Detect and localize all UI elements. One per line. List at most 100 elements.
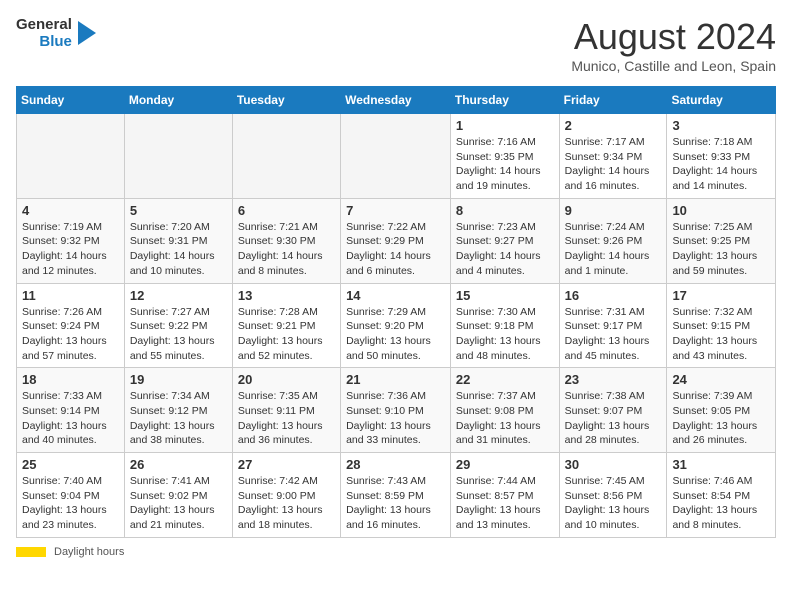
weekday-header-sunday: Sunday — [17, 87, 125, 114]
calendar-week-row: 25Sunrise: 7:40 AM Sunset: 9:04 PM Dayli… — [17, 453, 776, 538]
day-number: 26 — [130, 457, 227, 472]
calendar-cell: 19 Sunrise: 7:34 AM Sunset: 9:12 PM Dayli… — [124, 368, 232, 453]
calendar-cell: 13 Sunrise: 7:28 AM Sunset: 9:21 PM Dayli… — [232, 283, 340, 368]
day-info: Sunrise: 7:35 AM Sunset: 9:11 PM Dayligh… — [238, 389, 335, 448]
day-info: Sunrise: 7:24 AM Sunset: 9:26 PM Dayligh… — [565, 220, 662, 279]
calendar-cell: 5Sunrise: 7:20 AM Sunset: 9:31 PM Daylig… — [124, 198, 232, 283]
calendar-cell: 7 Sunrise: 7:22 AM Sunset: 9:29 PM Daylig… — [341, 198, 451, 283]
day-number: 23 — [565, 372, 662, 387]
day-number: 12 — [130, 288, 227, 303]
weekday-header-monday: Monday — [124, 87, 232, 114]
day-number: 21 — [346, 372, 445, 387]
day-info: Sunrise: 7:44 AM Sunset: 8:57 PM Dayligh… — [456, 474, 554, 533]
weekday-header-tuesday: Tuesday — [232, 87, 340, 114]
day-info: Sunrise: 7:18 AM Sunset: 9:33 PM Dayligh… — [672, 135, 770, 194]
day-info: Sunrise: 7:22 AM Sunset: 9:29 PM Dayligh… — [346, 220, 445, 279]
day-info: Sunrise: 7:28 AM Sunset: 9:21 PM Dayligh… — [238, 305, 335, 364]
title-section: August 2024 Munico, Castille and Leon, S… — [571, 16, 776, 74]
day-info: Sunrise: 7:27 AM Sunset: 9:22 PM Dayligh… — [130, 305, 227, 364]
calendar-cell: 3 Sunrise: 7:18 AM Sunset: 9:33 PM Daylig… — [667, 114, 776, 199]
day-number: 15 — [456, 288, 554, 303]
calendar-cell: 12 Sunrise: 7:27 AM Sunset: 9:22 PM Dayli… — [124, 283, 232, 368]
day-info: Sunrise: 7:41 AM Sunset: 9:02 PM Dayligh… — [130, 474, 227, 533]
header: General Blue August 2024 Munico, Castill… — [16, 16, 776, 74]
day-number: 8 — [456, 203, 554, 218]
calendar-cell: 22Sunrise: 7:37 AM Sunset: 9:08 PM Dayli… — [450, 368, 559, 453]
day-info: Sunrise: 7:16 AM Sunset: 9:35 PM Dayligh… — [456, 135, 554, 194]
day-number: 31 — [672, 457, 770, 472]
calendar-cell: 31 Sunrise: 7:46 AM Sunset: 8:54 PM Dayli… — [667, 453, 776, 538]
calendar-table: SundayMondayTuesdayWednesdayThursdayFrid… — [16, 86, 776, 538]
day-info: Sunrise: 7:46 AM Sunset: 8:54 PM Dayligh… — [672, 474, 770, 533]
weekday-header-row: SundayMondayTuesdayWednesdayThursdayFrid… — [17, 87, 776, 114]
calendar-cell: 25Sunrise: 7:40 AM Sunset: 9:04 PM Dayli… — [17, 453, 125, 538]
day-number: 13 — [238, 288, 335, 303]
day-number: 30 — [565, 457, 662, 472]
calendar-cell: 21 Sunrise: 7:36 AM Sunset: 9:10 PM Dayli… — [341, 368, 451, 453]
calendar-week-row: 4 Sunrise: 7:19 AM Sunset: 9:32 PM Daylig… — [17, 198, 776, 283]
day-number: 3 — [672, 118, 770, 133]
calendar-cell: 28 Sunrise: 7:43 AM Sunset: 8:59 PM Dayli… — [341, 453, 451, 538]
day-info: Sunrise: 7:17 AM Sunset: 9:34 PM Dayligh… — [565, 135, 662, 194]
calendar-cell: 1 Sunrise: 7:16 AM Sunset: 9:35 PM Daylig… — [450, 114, 559, 199]
footer-label: Daylight hours — [54, 546, 124, 558]
day-info: Sunrise: 7:19 AM Sunset: 9:32 PM Dayligh… — [22, 220, 119, 279]
calendar-cell — [124, 114, 232, 199]
calendar-cell: 16 Sunrise: 7:31 AM Sunset: 9:17 PM Dayli… — [559, 283, 667, 368]
calendar-cell: 10Sunrise: 7:25 AM Sunset: 9:25 PM Dayli… — [667, 198, 776, 283]
calendar-cell: 27 Sunrise: 7:42 AM Sunset: 9:00 PM Dayli… — [232, 453, 340, 538]
day-info: Sunrise: 7:43 AM Sunset: 8:59 PM Dayligh… — [346, 474, 445, 533]
day-number: 28 — [346, 457, 445, 472]
day-number: 1 — [456, 118, 554, 133]
day-info: Sunrise: 7:36 AM Sunset: 9:10 PM Dayligh… — [346, 389, 445, 448]
day-number: 5 — [130, 203, 227, 218]
calendar-cell: 30 Sunrise: 7:45 AM Sunset: 8:56 PM Dayli… — [559, 453, 667, 538]
calendar-cell: 26 Sunrise: 7:41 AM Sunset: 9:02 PM Dayli… — [124, 453, 232, 538]
day-number: 4 — [22, 203, 119, 218]
location-title: Munico, Castille and Leon, Spain — [571, 58, 776, 74]
calendar-cell: 8Sunrise: 7:23 AM Sunset: 9:27 PM Daylig… — [450, 198, 559, 283]
calendar-cell: 20Sunrise: 7:35 AM Sunset: 9:11 PM Dayli… — [232, 368, 340, 453]
day-number: 10 — [672, 203, 770, 218]
day-number: 11 — [22, 288, 119, 303]
calendar-cell: 23 Sunrise: 7:38 AM Sunset: 9:07 PM Dayli… — [559, 368, 667, 453]
day-info: Sunrise: 7:31 AM Sunset: 9:17 PM Dayligh… — [565, 305, 662, 364]
day-info: Sunrise: 7:37 AM Sunset: 9:08 PM Dayligh… — [456, 389, 554, 448]
day-number: 7 — [346, 203, 445, 218]
calendar-cell: 17Sunrise: 7:32 AM Sunset: 9:15 PM Dayli… — [667, 283, 776, 368]
weekday-header-wednesday: Wednesday — [341, 87, 451, 114]
day-number: 9 — [565, 203, 662, 218]
day-info: Sunrise: 7:34 AM Sunset: 9:12 PM Dayligh… — [130, 389, 227, 448]
day-number: 16 — [565, 288, 662, 303]
day-number: 14 — [346, 288, 445, 303]
calendar-cell: 2 Sunrise: 7:17 AM Sunset: 9:34 PM Daylig… — [559, 114, 667, 199]
day-info: Sunrise: 7:39 AM Sunset: 9:05 PM Dayligh… — [672, 389, 770, 448]
daylight-bar-icon — [16, 547, 46, 557]
calendar-cell: 9 Sunrise: 7:24 AM Sunset: 9:26 PM Daylig… — [559, 198, 667, 283]
day-number: 2 — [565, 118, 662, 133]
logo-general: General — [16, 16, 72, 33]
calendar-cell: 11Sunrise: 7:26 AM Sunset: 9:24 PM Dayli… — [17, 283, 125, 368]
day-info: Sunrise: 7:38 AM Sunset: 9:07 PM Dayligh… — [565, 389, 662, 448]
calendar-cell: 15 Sunrise: 7:30 AM Sunset: 9:18 PM Dayli… — [450, 283, 559, 368]
day-number: 6 — [238, 203, 335, 218]
weekday-header-saturday: Saturday — [667, 87, 776, 114]
calendar-cell: 14Sunrise: 7:29 AM Sunset: 9:20 PM Dayli… — [341, 283, 451, 368]
day-info: Sunrise: 7:42 AM Sunset: 9:00 PM Dayligh… — [238, 474, 335, 533]
day-info: Sunrise: 7:45 AM Sunset: 8:56 PM Dayligh… — [565, 474, 662, 533]
calendar-cell: 4 Sunrise: 7:19 AM Sunset: 9:32 PM Daylig… — [17, 198, 125, 283]
weekday-header-friday: Friday — [559, 87, 667, 114]
calendar-cell: 18Sunrise: 7:33 AM Sunset: 9:14 PM Dayli… — [17, 368, 125, 453]
day-info: Sunrise: 7:40 AM Sunset: 9:04 PM Dayligh… — [22, 474, 119, 533]
day-number: 29 — [456, 457, 554, 472]
day-info: Sunrise: 7:30 AM Sunset: 9:18 PM Dayligh… — [456, 305, 554, 364]
calendar-cell — [232, 114, 340, 199]
day-info: Sunrise: 7:21 AM Sunset: 9:30 PM Dayligh… — [238, 220, 335, 279]
day-info: Sunrise: 7:32 AM Sunset: 9:15 PM Dayligh… — [672, 305, 770, 364]
calendar-cell: 24Sunrise: 7:39 AM Sunset: 9:05 PM Dayli… — [667, 368, 776, 453]
day-number: 27 — [238, 457, 335, 472]
calendar-cell: 6 Sunrise: 7:21 AM Sunset: 9:30 PM Daylig… — [232, 198, 340, 283]
weekday-header-thursday: Thursday — [450, 87, 559, 114]
day-number: 19 — [130, 372, 227, 387]
calendar-cell — [341, 114, 451, 199]
